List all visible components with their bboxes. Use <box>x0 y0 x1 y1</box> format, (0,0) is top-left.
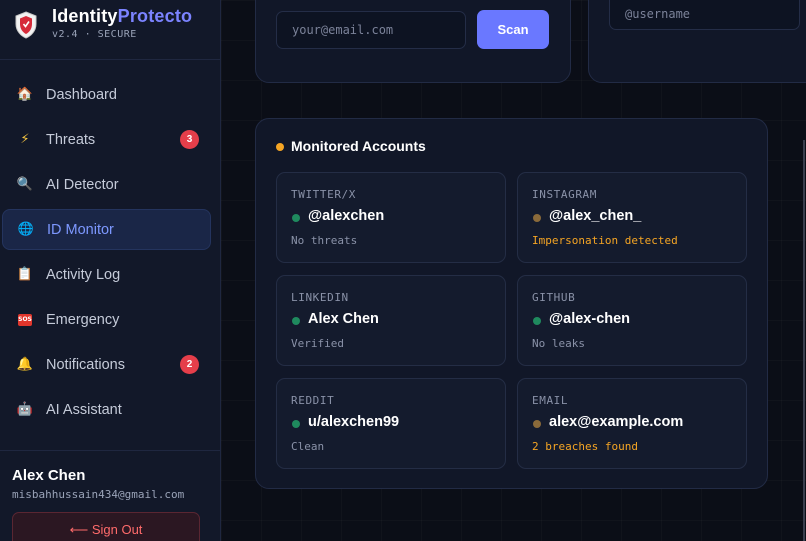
sidebar-item-label: Threats <box>46 131 96 148</box>
house-icon: 🏠 <box>16 86 34 102</box>
sidebar-item-threats[interactable]: ⚡ Threats 3 <box>2 119 211 160</box>
globe-icon: 🌐 <box>17 221 35 237</box>
account-handle: u/alexchen99 <box>308 414 400 430</box>
account-card-instagram[interactable]: INSTAGRAM @alex_chen_ Impersonation dete… <box>517 172 747 263</box>
account-status: Clean <box>291 440 325 453</box>
sidebar-item-label: Notifications <box>46 356 125 373</box>
brand-subtitle: v2.4 · SECURE <box>52 29 137 40</box>
account-handle: @alex_chen_ <box>549 208 642 224</box>
sidebar-item-label: Dashboard <box>46 86 117 103</box>
account-status: Impersonation detected <box>532 234 678 247</box>
magnifier-icon: 🔍 <box>16 176 34 192</box>
sos-icon: SOS <box>18 313 32 326</box>
brand-title-part2: Protecto <box>117 6 193 26</box>
email-input[interactable]: your@email.com <box>276 11 466 49</box>
user-panel: Alex Chen misbahhussain434@gmail.com ⟵ S… <box>0 450 220 541</box>
status-dot <box>533 317 541 325</box>
status-dot <box>292 420 300 428</box>
account-status: No threats <box>291 234 358 247</box>
brand-title: IdentityProtecto <box>52 6 192 27</box>
sign-out-button[interactable]: ⟵ Sign Out <box>12 512 200 541</box>
threats-count-badge: 3 <box>180 130 199 149</box>
account-platform: TWITTER/X <box>291 188 357 201</box>
user-email: misbahhussain434@gmail.com <box>12 488 185 501</box>
sidebar-item-emergency[interactable]: SOS Emergency <box>2 299 211 340</box>
account-status: 2 breaches found <box>532 440 638 453</box>
account-platform: INSTAGRAM <box>532 188 598 201</box>
username-input[interactable]: @username <box>609 0 800 30</box>
scan-button[interactable]: Scan <box>477 10 549 49</box>
account-handle: @alexchen <box>308 208 385 224</box>
lightning-icon: ⚡ <box>20 131 30 147</box>
sidebar-item-label: Activity Log <box>46 266 121 283</box>
sidebar-item-dashboard[interactable]: 🏠 Dashboard <box>2 74 211 115</box>
brand-title-part1: Identity <box>52 6 118 26</box>
sidebar-item-notifications[interactable]: 🔔 Notifications 2 <box>2 344 211 385</box>
account-card-github[interactable]: GITHUB @alex-chen No leaks <box>517 275 747 366</box>
account-status: No leaks <box>532 337 585 350</box>
account-platform: GITHUB <box>532 291 576 304</box>
account-platform: EMAIL <box>532 394 569 407</box>
status-dot <box>292 317 300 325</box>
bell-icon: 🔔 <box>16 356 34 372</box>
shield-icon <box>15 11 37 39</box>
account-handle: Alex Chen <box>308 311 379 327</box>
sidebar-item-label: AI Assistant <box>46 401 122 418</box>
account-platform: REDDIT <box>291 394 335 407</box>
account-platform: LINKEDIN <box>291 291 349 304</box>
account-card-email[interactable]: EMAIL alex@example.com 2 breaches found <box>517 378 747 469</box>
account-card-reddit[interactable]: REDDIT u/alexchen99 Clean <box>276 378 506 469</box>
status-dot <box>292 214 300 222</box>
sidebar-item-ai-detector[interactable]: 🔍 AI Detector <box>2 164 211 205</box>
sidebar-nav: 🏠 Dashboard ⚡ Threats 3 🔍 AI Detector 🌐 … <box>0 74 220 434</box>
sidebar-item-id-monitor[interactable]: 🌐 ID Monitor <box>2 209 211 250</box>
notifications-count-badge: 2 <box>180 355 199 374</box>
section-title: Monitored Accounts <box>291 138 426 154</box>
sidebar-item-label: Emergency <box>46 311 120 328</box>
status-dot <box>533 214 541 222</box>
account-status: Verified <box>291 337 344 350</box>
status-dot <box>533 420 541 428</box>
brand-header: IdentityProtecto v2.4 · SECURE <box>0 0 220 60</box>
sidebar-item-ai-assistant[interactable]: 🤖 AI Assistant <box>2 389 211 430</box>
account-card-twitter[interactable]: TWITTER/X @alexchen No threats <box>276 172 506 263</box>
account-handle: @alex-chen <box>549 311 631 327</box>
account-handle: alex@example.com <box>549 414 684 430</box>
sidebar-item-activity-log[interactable]: 📋 Activity Log <box>2 254 211 295</box>
sidebar-item-label: AI Detector <box>46 176 119 193</box>
robot-icon: 🤖 <box>16 401 34 417</box>
sidebar-item-label: ID Monitor <box>47 221 114 238</box>
sidebar: IdentityProtecto v2.4 · SECURE 🏠 Dashboa… <box>0 0 221 541</box>
clipboard-icon: 📋 <box>16 266 34 282</box>
account-card-linkedin[interactable]: LINKEDIN Alex Chen Verified <box>276 275 506 366</box>
user-name: Alex Chen <box>12 467 86 484</box>
scrollbar-track[interactable] <box>803 140 805 541</box>
section-indicator-dot <box>276 143 284 151</box>
